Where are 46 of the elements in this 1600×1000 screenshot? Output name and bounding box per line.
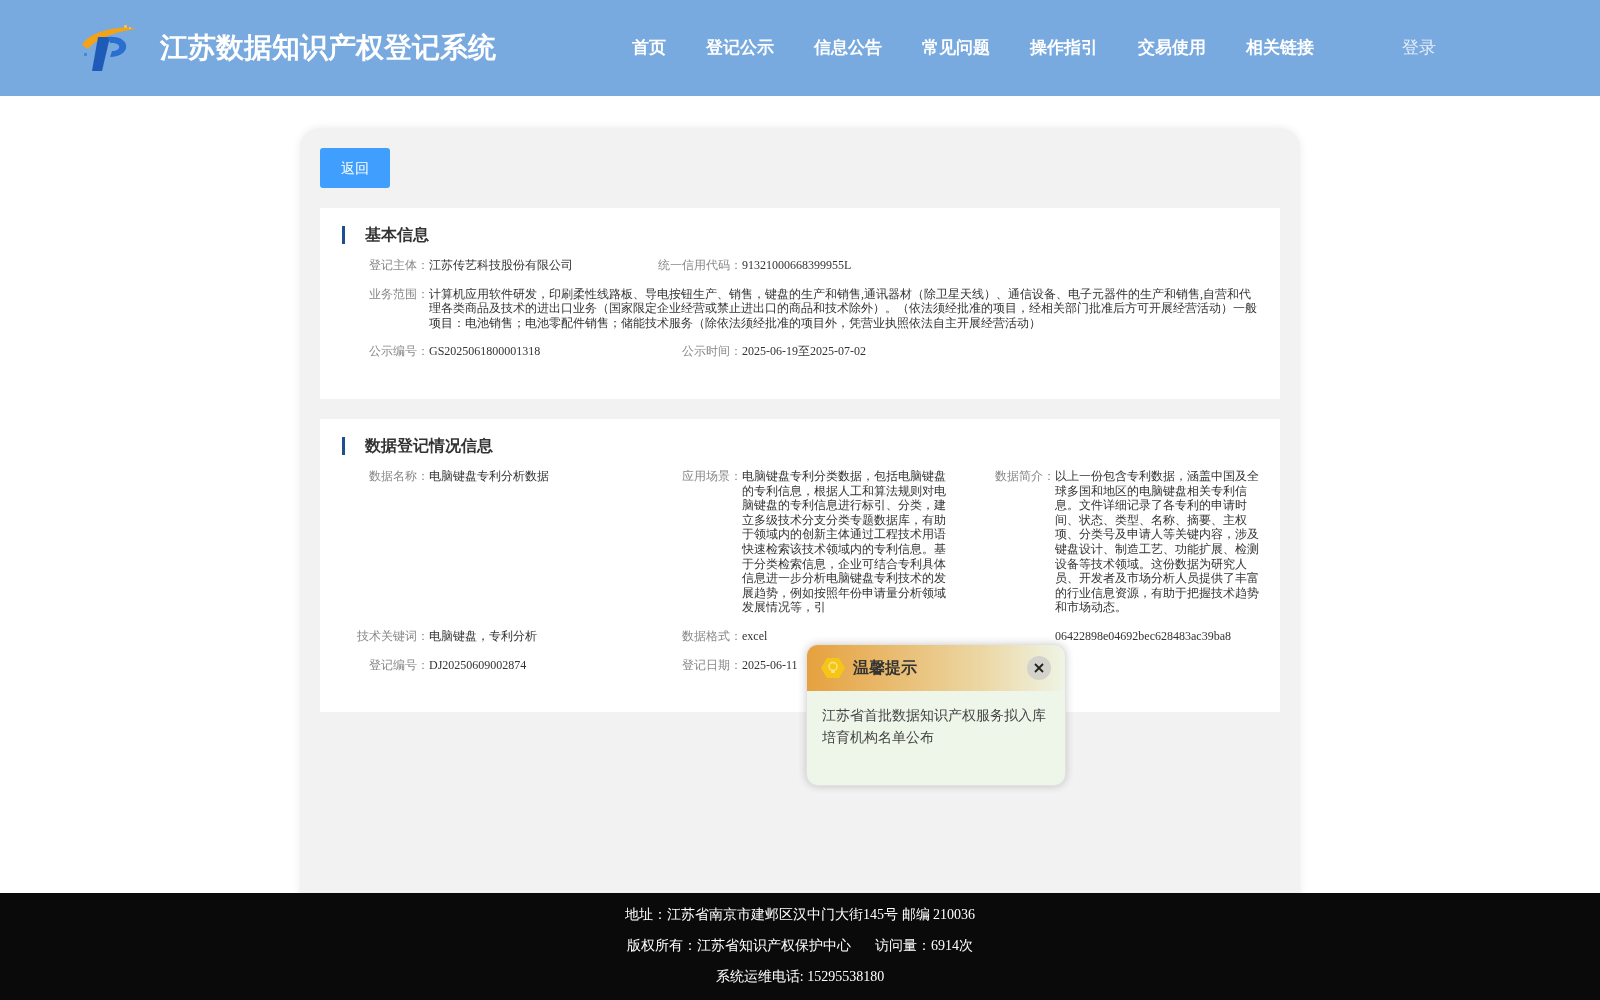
bulb-icon [821, 656, 845, 680]
field-value: 2025-06-11 [742, 657, 799, 673]
field-label: 登记编号： [368, 657, 429, 673]
footer-text: 系统运维电话: 15295538180 [715, 969, 885, 984]
login-link[interactable]: 登录 [1402, 35, 1436, 61]
field-value: 电脑键盘专利分析数据 [429, 468, 550, 485]
field-label: 登记主体： [368, 258, 429, 273]
nav-link[interactable]: 首页 [632, 35, 666, 61]
nav-link[interactable]: 交易使用 [1138, 35, 1206, 61]
field-label: 数据格式： [681, 628, 742, 644]
footer-text: 访问量：6914次 [875, 938, 973, 953]
back-button[interactable]: 返回 [320, 148, 390, 188]
site-title: 江苏数据知识产权登记系统 [160, 31, 496, 65]
field-value: 计算机应用软件研发，印刷柔性线路板、导电按钮生产、销售，键盘的生产和销售,通讯器材（除卫星天线）、通信设备、电子元器件的生产和销售,自营和代理各类商品及技术的进出口业务（国家限定企业经营或禁止进出口的商品和技术除外）。（依法须经批准的项目，经相关部门批准后方可开展经营活动）一般项目：电池销售；电池零配件销售；储能技术服务（除依法须经批准的项目外，凭营业执照依法自主开展经营活动） [429, 286, 1258, 331]
footer-text: 版权所有：江苏省知识产权保护中心 [627, 938, 851, 953]
field-label: 数据简介： [994, 468, 1055, 485]
field-value: 电脑键盘专利分类数据，包括电脑键盘的专利信息，根据人工和算法规则对电脑键盘的专利信息进行标引、分类，建立多级技术分支分类专题数据库，有助于领域内的创新主体通过工程技术用语快速检索该技术领域内的专利信息。基于分类检索信息，企业可结合专利具体信息进一步分析电脑键盘专利技术的发展趋势，例如按照年份申请量分析领域发展情况等，引 [742, 468, 947, 615]
field-value: 2025-06-19至2025-07-02 [742, 344, 867, 359]
field-value: DJ20250609002874 [429, 657, 528, 673]
field-label: 统一信用代码： [657, 258, 742, 273]
section-title: 数据登记情况信息 [342, 436, 1258, 455]
nav-link[interactable]: 相关链接 [1246, 35, 1314, 61]
popup-title: 温馨提示 [853, 658, 917, 678]
field-label: 登记日期： [681, 657, 742, 673]
field-value: excel [742, 628, 769, 644]
section-title: 基本信息 [342, 226, 1258, 244]
field-value: 以上一份包含专利数据，涵盖中国及全球多国和地区的电脑键盘相关专利信息。文件详细记录了各专利的申请时间、状态、类型、名称、摘要、主权项、分类号及申请人等关键内容，涉及键盘设计、制造工艺、功能扩展、检测设备等技术领域。这份数据为研究人员、开发者及市场分析人员提供了丰富的行业信息资源，有助于把握技术趋势和市场动态。 [1055, 468, 1260, 615]
field-value: 91321000668399955L [742, 258, 853, 273]
field-value: 电脑键盘，专利分析 [429, 628, 538, 644]
nav-link[interactable]: 信息公告 [814, 35, 882, 61]
field-label: 应用场景： [681, 468, 742, 485]
close-button[interactable] [1027, 656, 1051, 680]
footer-text: 地址：江苏省南京市建邺区汉中门大街145号 邮编 210036 [625, 907, 975, 922]
field-label: 公示时间： [681, 344, 742, 359]
nav-link[interactable]: 操作指引 [1030, 35, 1098, 61]
popup-message: 江苏省首批数据知识产权服务拟入库培育机构名单公布 [821, 707, 1047, 747]
field-label: 数据名称： [368, 468, 429, 485]
field-value: GS2025061800001318 [429, 344, 542, 359]
field-label: 业务范围： [368, 286, 429, 303]
field-label: 技术关键词： [356, 628, 429, 644]
close-icon [1034, 663, 1044, 673]
field-label: 公示编号： [368, 344, 429, 359]
nav-link[interactable]: 登记公示 [706, 35, 774, 61]
field-value: 06422898e04692bec628483ac39ba8 [1055, 628, 1232, 644]
field-value: 江苏传艺科技股份有限公司 [429, 258, 574, 273]
nav-link[interactable]: 常见问题 [922, 35, 990, 61]
